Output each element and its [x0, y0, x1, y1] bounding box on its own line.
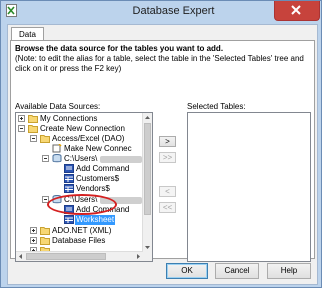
selected-tables-label: Selected Tables:	[187, 102, 246, 111]
scroll-thumb[interactable]	[26, 253, 106, 260]
remove-all-button[interactable]: <<	[159, 202, 176, 213]
tree-node-label: Worksheet	[75, 215, 116, 225]
new-connection-icon	[52, 144, 62, 153]
tree-node-label: Add Command	[76, 205, 130, 214]
folder-open-icon	[28, 125, 38, 133]
tree-horizontal-scrollbar[interactable]	[16, 251, 143, 261]
tree-vertical-scrollbar[interactable]	[142, 113, 152, 252]
scroll-thumb[interactable]	[144, 123, 151, 215]
dialog-body: Data Browse the data source for the tabl…	[7, 24, 318, 285]
scroll-down-icon[interactable]	[143, 243, 152, 252]
add-all-button[interactable]: >>	[159, 152, 176, 163]
tree-node-label: Access/Excel (DAO)	[52, 134, 125, 143]
scroll-up-icon[interactable]	[143, 113, 152, 122]
tree-node-label: Add Command	[76, 164, 130, 173]
instructions-note: (Note: to edit the alias for a table, se…	[15, 54, 304, 73]
table-icon	[64, 215, 74, 224]
help-button[interactable]: Help	[267, 263, 311, 279]
available-data-sources-label: Available Data Sources:	[15, 102, 101, 111]
tab-data[interactable]: Data	[11, 27, 44, 41]
database-icon	[52, 195, 62, 204]
tree-node-label: Create New Connection	[40, 124, 125, 133]
tree-node-label: Customers$	[76, 174, 120, 183]
close-icon	[291, 5, 301, 15]
close-button[interactable]	[274, 1, 320, 21]
folder-icon	[28, 115, 38, 123]
collapse-icon[interactable]	[30, 135, 37, 142]
command-icon	[64, 205, 74, 214]
instructions: Browse the data source for the tables yo…	[15, 44, 311, 74]
folder-open-icon	[40, 135, 50, 143]
tree-node-label: C:\Users\	[64, 154, 98, 163]
tree-node-label: C:\Users\	[64, 195, 98, 204]
scroll-left-icon[interactable]	[16, 252, 25, 261]
table-icon	[64, 184, 74, 193]
remove-table-button[interactable]: <	[159, 186, 176, 197]
selected-tables-tree[interactable]	[187, 112, 311, 262]
folder-icon	[40, 237, 50, 245]
database-expert-window: Database Expert Data Browse the data sou…	[0, 0, 322, 288]
collapse-icon[interactable]	[18, 125, 25, 132]
tree-content: My Connections Create New Connection Acc…	[16, 113, 142, 261]
tree-node-label: My Connections	[40, 114, 98, 123]
redacted-path	[100, 197, 142, 204]
collapse-icon[interactable]	[42, 196, 49, 203]
tree-node-label: Vendors$	[76, 184, 110, 193]
expand-icon[interactable]	[18, 115, 25, 122]
tree-node-label: Database Files	[52, 236, 106, 245]
instructions-heading: Browse the data source for the tables yo…	[15, 44, 224, 53]
command-icon	[64, 164, 74, 173]
expand-icon[interactable]	[30, 237, 37, 244]
tree-node-label: ADO.NET (XML)	[52, 226, 112, 235]
redacted-path	[100, 156, 142, 163]
tree-node-label: Make New Connec	[64, 144, 132, 153]
table-icon	[64, 174, 74, 183]
database-icon	[52, 154, 62, 163]
available-data-sources-tree[interactable]: My Connections Create New Connection Acc…	[15, 112, 153, 262]
add-table-button[interactable]: >	[159, 136, 176, 147]
ok-button[interactable]: OK	[166, 263, 208, 279]
title-bar: Database Expert	[1, 1, 321, 21]
scrollbar-corner	[143, 252, 152, 261]
folder-icon	[40, 227, 50, 235]
expand-icon[interactable]	[30, 227, 37, 234]
window-title: Database Expert	[132, 5, 215, 17]
collapse-icon[interactable]	[42, 155, 49, 162]
scroll-right-icon[interactable]	[134, 252, 143, 261]
cancel-button[interactable]: Cancel	[215, 263, 259, 279]
data-tab-panel: Browse the data source for the tables yo…	[10, 40, 315, 262]
